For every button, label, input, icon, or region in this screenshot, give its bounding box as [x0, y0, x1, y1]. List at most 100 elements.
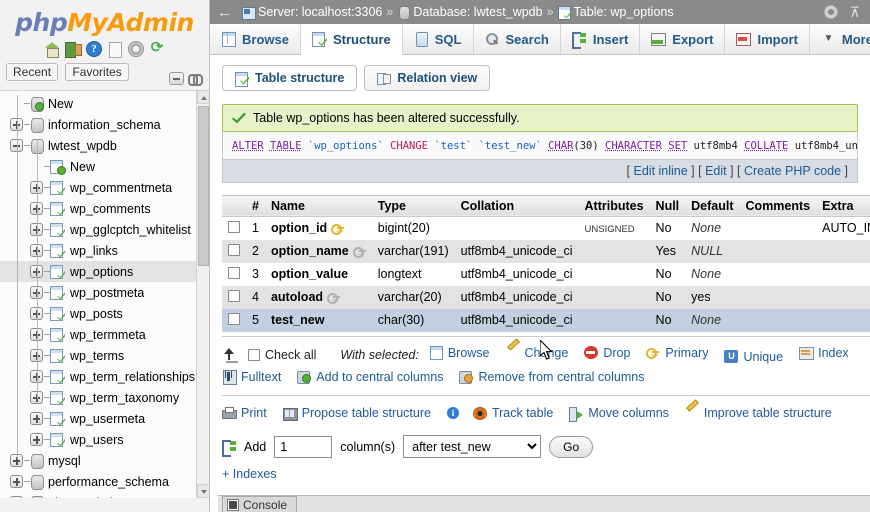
settings-icon[interactable] [128, 41, 144, 57]
logout-icon[interactable] [65, 41, 82, 58]
table-action-print[interactable]: Print [222, 403, 267, 423]
tree-item-mysql[interactable]: mysql [0, 450, 209, 471]
tree-item-wp_posts[interactable]: wp_posts [0, 303, 209, 324]
row-action-unique[interactable]: U Unique [724, 347, 783, 367]
table-action-track-table[interactable]: Track table [472, 403, 553, 423]
row-action-primary[interactable]: Primary [646, 343, 708, 363]
row-action-remove-from-central-columns[interactable]: Remove from central columns [459, 367, 644, 387]
tree-item-phpmyadmin[interactable]: phpmyadmin [0, 492, 209, 498]
info-icon[interactable]: i [446, 407, 459, 420]
tree-item-new[interactable]: New [0, 156, 209, 177]
tab-browse[interactable]: Browse [210, 24, 301, 54]
tree-item-wp_termmeta[interactable]: wp_termmeta [0, 324, 209, 345]
tab-more[interactable]: ▼ More [809, 24, 870, 54]
column-header-default[interactable]: Default [685, 194, 740, 217]
table-row[interactable]: 3 option_value longtext utf8mb4_unicode_ci N… [222, 262, 870, 286]
tree-item-performance_schema[interactable]: performance_schema [0, 471, 209, 492]
scroll-down-arrow[interactable] [197, 484, 209, 498]
expand-icon[interactable] [30, 412, 43, 425]
collapse-all-icon[interactable] [169, 72, 184, 85]
subtab-relation-view[interactable]: Relation view [364, 65, 491, 91]
gear-icon[interactable] [822, 4, 839, 20]
check-all-toggle[interactable]: Check all [248, 345, 316, 365]
scroll-up-arrow[interactable] [197, 90, 209, 104]
link-with-main-panel-icon[interactable] [188, 74, 203, 86]
column-header-comments[interactable]: Comments [739, 194, 817, 217]
tab-structure[interactable]: Structure [300, 24, 403, 55]
column-header-name[interactable]: Name [264, 194, 372, 217]
table-action-propose-table-structure[interactable]: Propose table structure [282, 403, 431, 423]
home-icon[interactable] [44, 41, 60, 58]
row-action-add-to-central-columns[interactable]: Add to central columns [297, 367, 443, 387]
column-header-attributes[interactable]: Attributes [578, 194, 650, 217]
console-bar[interactable]: Console [218, 495, 870, 512]
tree-item-wp_comments[interactable]: wp_comments [0, 198, 209, 219]
row-checkbox[interactable] [228, 220, 240, 233]
go-button[interactable]: Go [549, 435, 594, 458]
tab-insert[interactable]: Insert [560, 24, 641, 54]
column-header-collation[interactable]: Collation [454, 194, 579, 217]
expand-icon[interactable] [30, 433, 43, 446]
tab-sql[interactable]: SQL [402, 24, 474, 54]
tree-item-lwtest_wpdb[interactable]: lwtest_wpdb [0, 135, 209, 156]
row-action-index[interactable]: Index [799, 343, 849, 363]
breadcrumb-database[interactable]: Database: lwtest_wpdb [413, 5, 542, 19]
collapse-navigation-icon[interactable]: ⊼ [850, 5, 860, 19]
documentation-icon[interactable] [107, 41, 123, 58]
tree-item-wp_commentmeta[interactable]: wp_commentmeta [0, 177, 209, 198]
add-column-position-select[interactable]: at beginning of tableat end of tableafte… [403, 435, 542, 459]
table-action-improve-table-structure[interactable]: Improve table structure [685, 403, 832, 423]
table-action-move-columns[interactable]: Move columns [569, 403, 669, 423]
row-checkbox[interactable] [228, 312, 240, 325]
subtab-table-structure[interactable]: Table structure [222, 65, 358, 91]
recent-button[interactable]: Recent [6, 63, 59, 81]
expand-icon[interactable] [10, 475, 23, 488]
add-column-count-input[interactable] [274, 435, 333, 458]
table-row[interactable]: 5 test_new char(30) utf8mb4_unicode_ci No Non… [222, 308, 870, 332]
column-header-extra[interactable]: Extra [816, 194, 870, 217]
favorites-button[interactable]: Favorites [65, 63, 129, 81]
tree-item-wp_terms[interactable]: wp_terms [0, 345, 209, 366]
row-action-fulltext[interactable]: Fulltext [222, 367, 281, 387]
query-link-edit-inline[interactable]: Edit inline [634, 164, 688, 178]
phpmyadmin-logo[interactable]: phpMyAdmin [0, 0, 209, 39]
column-header-null[interactable]: Null [649, 194, 686, 217]
indexes-toggle-link[interactable]: + Indexes [222, 467, 858, 481]
tab-export[interactable]: Export [640, 24, 726, 54]
back-arrow-icon[interactable]: ← [214, 4, 239, 21]
column-header-num[interactable]: # [246, 194, 265, 217]
breadcrumb-server[interactable]: Server: localhost:3306 [258, 5, 382, 19]
row-action-browse[interactable]: Browse [429, 343, 490, 363]
row-action-change[interactable]: Change [506, 343, 569, 363]
query-link-create-php-code[interactable]: Create PHP code [744, 164, 841, 178]
tree-item-wp_gglcptch_whitelist[interactable]: wp_gglcptch_whitelist [0, 219, 209, 240]
row-checkbox[interactable] [228, 289, 240, 302]
row-action-drop[interactable]: Drop [584, 343, 630, 363]
table-row[interactable]: 1 option_id bigint(20) UNSIGNED No None AUTO_I… [222, 216, 870, 240]
reload-icon[interactable]: ⟳ [149, 40, 165, 57]
tree-item-wp_postmeta[interactable]: wp_postmeta [0, 282, 209, 303]
tab-search[interactable]: Search [473, 24, 561, 54]
help-icon[interactable]: ? [86, 41, 102, 57]
tree-item-information_schema[interactable]: information_schema [0, 114, 209, 135]
row-checkbox[interactable] [228, 266, 240, 279]
console-toggle[interactable]: Console [222, 496, 298, 512]
breadcrumb-table[interactable]: Table: wp_options [574, 5, 674, 19]
tree-item-wp_term_relationships[interactable]: wp_term_relationships [0, 366, 209, 387]
scrollbar-thumb[interactable] [198, 106, 209, 266]
tree-item-wp_options[interactable]: wp_options [0, 261, 209, 282]
tree-item-wp_links[interactable]: wp_links [0, 240, 209, 261]
executed-sql-query[interactable]: ALTER TABLE `wp_options` CHANGE `test` `… [222, 132, 858, 160]
tab-import[interactable]: Import [725, 24, 810, 54]
tree-item-wp_usermeta[interactable]: wp_usermeta [0, 408, 209, 429]
tree-item-new[interactable]: New [0, 93, 209, 114]
expand-icon[interactable] [10, 496, 23, 498]
column-header-type[interactable]: Type [371, 194, 455, 217]
row-checkbox[interactable] [228, 243, 240, 256]
check-all-checkbox[interactable] [248, 348, 260, 361]
table-row[interactable]: 2 option_name varchar(191) utf8mb4_unicode_… [222, 239, 870, 263]
sidebar-scrollbar[interactable] [196, 90, 209, 498]
query-link-edit[interactable]: Edit [705, 164, 727, 178]
tree-item-wp_users[interactable]: wp_users [0, 429, 209, 450]
tree-item-wp_term_taxonomy[interactable]: wp_term_taxonomy [0, 387, 209, 408]
